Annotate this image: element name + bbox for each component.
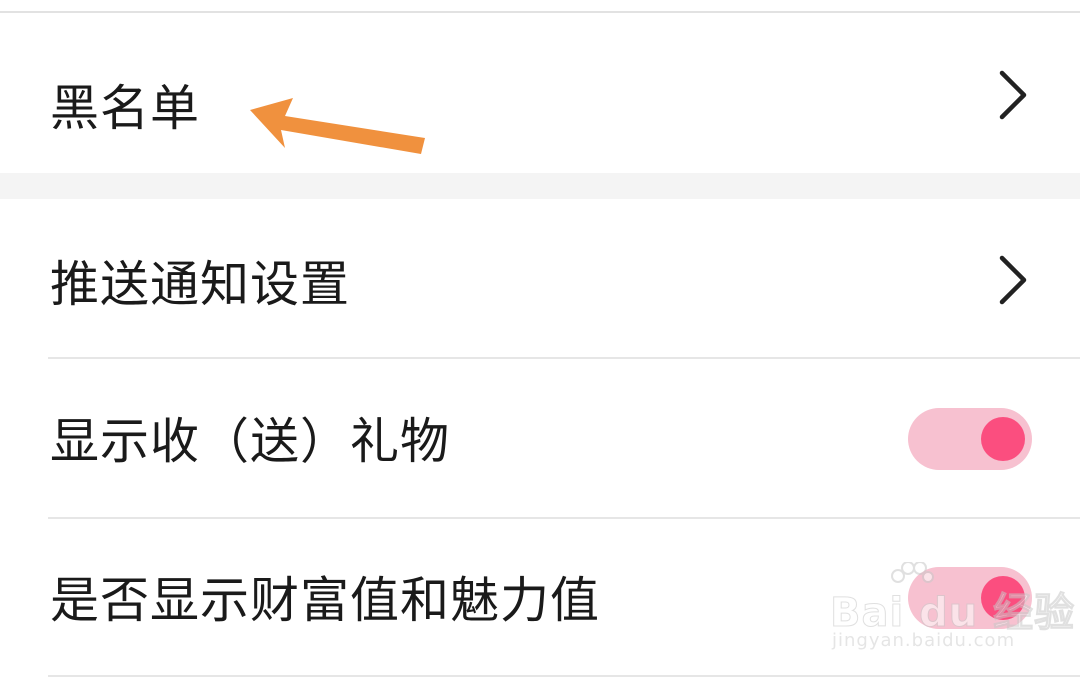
show-wealth-charm-label: 是否显示财富值和魅力值 — [50, 572, 601, 629]
show-gifts-toggle[interactable] — [908, 408, 1032, 470]
annotation-arrow-icon — [250, 98, 425, 154]
blacklist-label: 黑名单 — [50, 80, 201, 137]
toggle-knob — [981, 417, 1025, 461]
chevron-right-icon — [999, 255, 1027, 305]
push-notification-settings-label: 推送通知设置 — [50, 256, 351, 313]
blacklist-row[interactable]: 黑名单 — [0, 13, 1080, 173]
watermark-url: jingyan.baidu.com — [832, 630, 1016, 651]
section-separator — [0, 173, 1080, 199]
show-gifts-row: 显示收（送）礼物 — [0, 359, 1080, 517]
show-gifts-label: 显示收（送）礼物 — [50, 413, 451, 470]
chevron-right-icon — [999, 70, 1027, 120]
settings-screen: 黑名单 推送通知设置 显示收（送）礼物 是否显示财富值和魅力值 Bai du 经… — [0, 0, 1080, 677]
baidu-jingyan-watermark: Bai du 经验 jingyan.baidu.com — [829, 560, 1075, 660]
push-notification-settings-row[interactable]: 推送通知设置 — [0, 199, 1080, 357]
